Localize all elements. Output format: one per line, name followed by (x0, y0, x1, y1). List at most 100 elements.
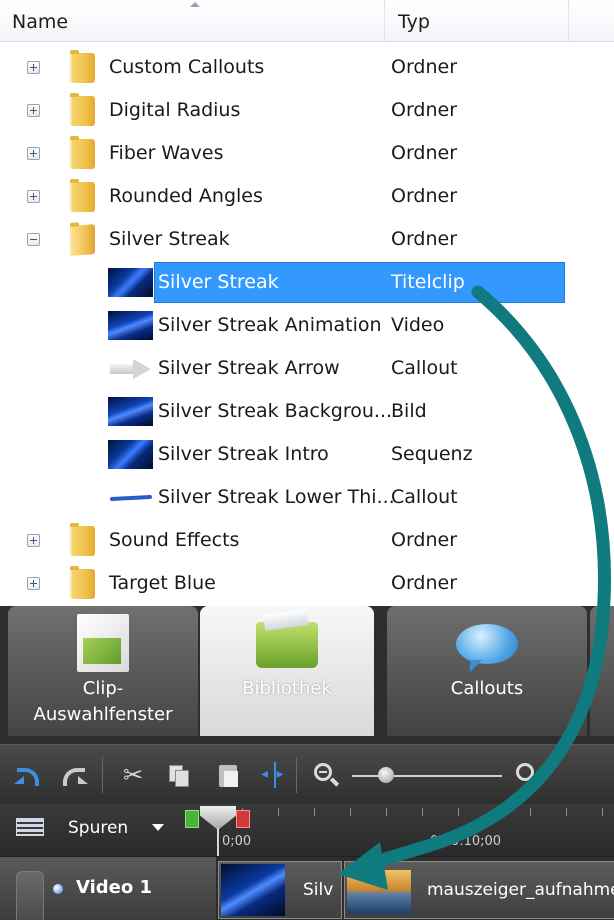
tree-item-label: Digital Radius (109, 99, 241, 121)
tree-item-custom-callouts[interactable]: Custom Callouts Ordner (0, 46, 614, 89)
ruler-tick (530, 808, 531, 816)
toolbar-separator (102, 757, 103, 793)
toolbar-separator (296, 757, 297, 793)
tree-item-silver-streak-folder[interactable]: Silver Streak Ordner (0, 218, 614, 261)
time-label-start: 0;00 (222, 834, 252, 849)
tree-item-type: Ordner (391, 185, 458, 207)
tree-item-silver-streak-lower-third[interactable]: Silver Streak Lower Thi... Callout (0, 476, 614, 519)
tree-item-label: Silver Streak Arrow (158, 357, 340, 379)
tracks-label[interactable]: Spuren (68, 816, 128, 840)
tree-item-label: Silver Streak Backgrou... (158, 400, 393, 422)
tree-item-type: Bild (391, 400, 427, 422)
tree-item-target-blue[interactable]: Target Blue Ordner (0, 562, 614, 605)
tab-label: Callouts (450, 678, 524, 699)
tree-item-silver-streak-animation[interactable]: Silver Streak Animation Video (0, 304, 614, 347)
ruler-tick (314, 808, 315, 816)
expand-plus-icon[interactable] (27, 534, 40, 547)
tree-item-type: Sequenz (391, 443, 473, 465)
sequence-thumbnail-icon (108, 440, 153, 469)
time-label-10s: 0:00:10;00 (430, 834, 502, 849)
ruler-tick (350, 808, 351, 816)
chevron-down-icon[interactable] (152, 824, 164, 831)
expand-plus-icon[interactable] (27, 190, 40, 203)
tree-item-type: Ordner (391, 99, 458, 121)
tracks-icon[interactable] (16, 818, 44, 836)
copy-icon[interactable] (166, 762, 192, 788)
tree-item-type: Ordner (391, 142, 458, 164)
tab-clip-bin[interactable]: Clip- Auswahlfenster (8, 606, 198, 736)
split-icon[interactable] (261, 762, 288, 788)
timeline-clip-silver-streak[interactable]: Silv (218, 861, 342, 919)
timeline-clip-recording[interactable]: mauszeiger_aufnahme (344, 861, 614, 919)
paste-icon[interactable] (215, 762, 241, 788)
tree-item-rounded-angles[interactable]: Rounded Angles Ordner (0, 175, 614, 218)
tree-item-label: Sound Effects (109, 529, 240, 551)
clip-bin-icon (77, 614, 129, 672)
tab-more[interactable] (590, 606, 614, 736)
redo-icon[interactable] (62, 762, 88, 788)
ruler-tick (458, 808, 459, 816)
video-thumbnail-icon (108, 311, 153, 340)
expand-plus-icon[interactable] (27, 104, 40, 117)
timeline-toolbar: ✂ (0, 744, 614, 804)
tree-item-label: Silver Streak Intro (158, 443, 329, 465)
zoom-out-icon[interactable] (312, 762, 338, 788)
ruler-tick (278, 808, 279, 816)
library-panel: Name Typ Custom Callouts Ordner Digital … (0, 0, 614, 606)
clip-label: mauszeiger_aufnahme (427, 880, 614, 900)
undo-icon[interactable] (14, 762, 40, 788)
speech-bubble-icon (456, 614, 518, 672)
task-tabs: Clip- Auswahlfenster Bibliothek Callouts (0, 606, 614, 744)
column-header-type[interactable]: Typ (398, 0, 568, 42)
tree-item-silver-streak-arrow[interactable]: Silver Streak Arrow Callout (0, 347, 614, 390)
tree-item-type: Ordner (391, 529, 458, 551)
tree-item-label: Silver Streak (109, 228, 230, 250)
tree-item-type: Callout (391, 486, 458, 508)
clip-label: Silv (303, 880, 334, 900)
cut-icon[interactable]: ✂ (120, 762, 146, 788)
tree-item-label: Silver Streak Animation (158, 314, 382, 336)
folder-open-icon (70, 224, 95, 256)
track-indicator-icon (53, 884, 63, 894)
expand-plus-icon[interactable] (27, 577, 40, 590)
column-separator[interactable] (384, 0, 385, 42)
tree-item-digital-radius[interactable]: Digital Radius Ordner (0, 89, 614, 132)
folder-icon (70, 93, 95, 126)
tree-item-label: Fiber Waves (109, 142, 224, 164)
tab-callouts[interactable]: Callouts (387, 606, 587, 736)
tree-item-silver-streak-intro[interactable]: Silver Streak Intro Sequenz (0, 433, 614, 476)
arrow-callout-icon (110, 359, 152, 379)
expand-plus-icon[interactable] (27, 147, 40, 160)
tree-item-silver-streak-title[interactable]: Silver Streak Titelclip (0, 261, 614, 304)
tree-item-type: Titelclip (391, 271, 465, 293)
zoom-slider-track[interactable] (352, 775, 502, 777)
collapse-minus-icon[interactable] (27, 233, 40, 246)
folder-icon (70, 523, 95, 556)
column-separator[interactable] (568, 0, 569, 42)
tree-item-fiber-waves[interactable]: Fiber Waves Ordner (0, 132, 614, 175)
expand-plus-icon[interactable] (27, 61, 40, 74)
tree-item-silver-streak-background[interactable]: Silver Streak Backgrou... Bild (0, 390, 614, 433)
folder-icon (70, 136, 95, 169)
tree-item-label: Custom Callouts (109, 56, 265, 78)
zoom-in-icon[interactable] (514, 762, 540, 788)
ruler-tick (602, 808, 603, 816)
column-header: Name Typ (0, 0, 614, 42)
folder-icon (70, 179, 95, 212)
tree-item-label: Silver Streak (158, 271, 279, 293)
tree-item-sound-effects[interactable]: Sound Effects Ordner (0, 519, 614, 562)
tree-item-label: Target Blue (109, 572, 216, 594)
tree-item-type: Video (391, 314, 445, 336)
tree-item-type: Ordner (391, 228, 458, 250)
title-clip-thumbnail-icon (108, 268, 153, 297)
out-point-marker[interactable] (236, 810, 250, 828)
ruler-tick (494, 808, 495, 816)
library-folder-icon (256, 614, 318, 668)
tab-library[interactable]: Bibliothek (200, 606, 374, 736)
tree-item-label: Rounded Angles (109, 185, 263, 207)
track-header[interactable]: Video 1 (0, 857, 216, 920)
track-video-1: Video 1 Silv mauszeiger_aufnahme (0, 856, 614, 920)
in-point-marker[interactable] (185, 810, 199, 828)
track-toggle[interactable] (16, 871, 44, 920)
zoom-slider-thumb[interactable] (378, 767, 394, 783)
